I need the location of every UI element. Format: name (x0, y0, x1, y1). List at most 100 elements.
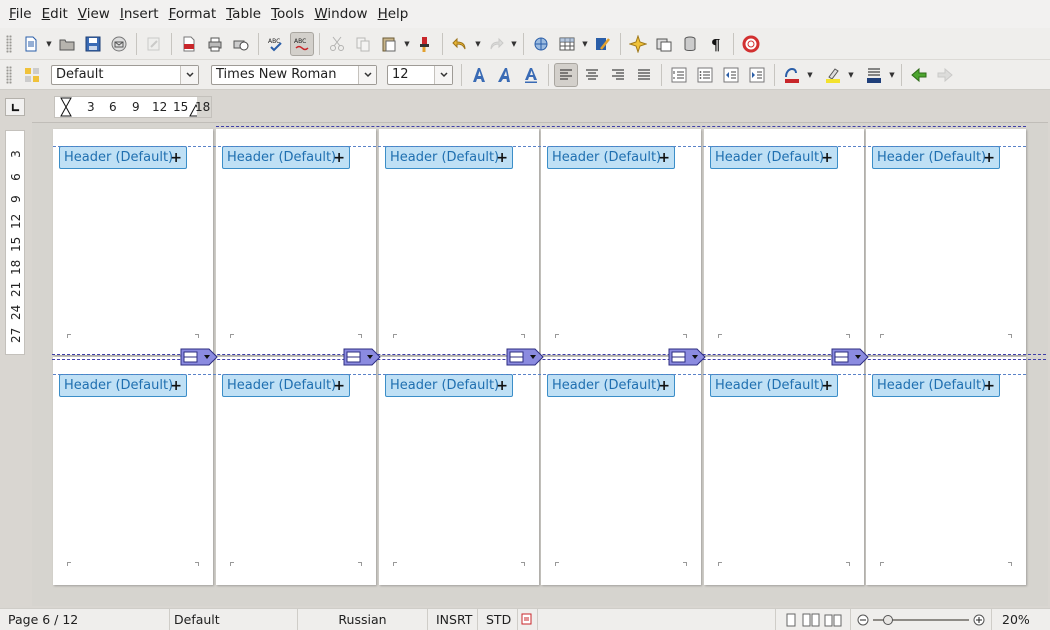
redo-dropdown-icon[interactable]: ▼ (509, 32, 519, 56)
document-canvas[interactable]: Header (Default) + Header (Default) + Header… (32, 122, 1048, 606)
copy-button[interactable] (351, 32, 375, 56)
help-button[interactable] (739, 32, 763, 56)
menu-window[interactable]: Window (309, 0, 372, 28)
zoom-slider-knob[interactable] (883, 614, 893, 625)
autospellcheck-button[interactable]: ABC (290, 31, 314, 56)
menu-insert[interactable]: Insert (115, 0, 164, 28)
increase-indent-button[interactable] (745, 63, 769, 87)
bullets-button[interactable] (693, 63, 717, 87)
header-default-tag[interactable]: Header (Default) + (59, 374, 187, 397)
new-dropdown-icon[interactable]: ▼ (44, 32, 54, 56)
chevron-down-icon[interactable] (434, 65, 452, 84)
menu-view[interactable]: View (73, 0, 115, 28)
forward-arrow-button[interactable] (933, 63, 957, 87)
underline-button[interactable] (519, 63, 543, 87)
header-default-tag[interactable]: Header (Default) + (547, 146, 675, 169)
book-view-icon[interactable] (824, 613, 842, 627)
page[interactable]: Header (Default) + (866, 129, 1026, 355)
menu-table[interactable]: Table (221, 0, 266, 28)
align-center-button[interactable] (580, 63, 604, 87)
signature-status[interactable] (538, 608, 776, 630)
zoom-out-icon[interactable] (857, 614, 869, 626)
header-default-tag[interactable]: Header (Default) + (59, 146, 187, 169)
add-header-icon[interactable]: + (658, 150, 670, 166)
formatting-marks-button[interactable]: ¶ (704, 32, 728, 56)
decrease-indent-button[interactable] (719, 63, 743, 87)
clone-formatting-button[interactable] (413, 32, 437, 56)
zoom-level-status[interactable]: 20% (992, 609, 1038, 630)
page-break-button[interactable] (343, 348, 381, 366)
header-default-tag[interactable]: Header (Default) + (872, 146, 1000, 169)
add-header-icon[interactable]: + (170, 378, 182, 394)
menu-help[interactable]: Help (373, 0, 414, 28)
hyperlink-button[interactable] (529, 32, 553, 56)
page-number-status[interactable]: Page 6 / 12 (0, 608, 170, 630)
undo-button[interactable] (448, 32, 472, 56)
add-header-icon[interactable]: + (658, 378, 670, 394)
background-color-button[interactable] (862, 63, 886, 87)
header-default-tag[interactable]: Header (Default) + (710, 374, 838, 397)
highlighting-dropdown-icon[interactable]: ▼ (846, 63, 856, 87)
menu-tools[interactable]: Tools (266, 0, 309, 28)
header-default-tag[interactable]: Header (Default) + (222, 146, 350, 169)
save-button[interactable] (81, 32, 105, 56)
table-button[interactable] (555, 32, 579, 56)
menu-format[interactable]: Format (164, 0, 222, 28)
toolbar-grip[interactable] (6, 65, 12, 84)
page[interactable]: Header (Default) + (379, 129, 539, 355)
tab-type-selector[interactable] (5, 98, 25, 116)
header-default-tag[interactable]: Header (Default) + (385, 374, 513, 397)
export-pdf-button[interactable] (177, 32, 201, 56)
paragraph-style-combo[interactable]: Default (51, 64, 199, 85)
vertical-ruler[interactable]: 3 6 9 12 15 18 21 24 27 (5, 130, 25, 355)
font-size-combo[interactable]: 12 (387, 64, 453, 85)
italic-button[interactable] (493, 63, 517, 87)
menu-file[interactable]: File (4, 0, 37, 28)
navigator-button[interactable] (626, 32, 650, 56)
header-default-tag[interactable]: Header (Default) + (710, 146, 838, 169)
menu-edit[interactable]: Edit (37, 0, 73, 28)
page-style-status[interactable]: Default (170, 608, 298, 630)
header-default-tag[interactable]: Header (Default) + (222, 374, 350, 397)
justify-button[interactable] (632, 63, 656, 87)
align-right-button[interactable] (606, 63, 630, 87)
page[interactable]: Header (Default) + (379, 357, 539, 585)
add-header-icon[interactable]: + (496, 150, 508, 166)
multi-page-view-icon[interactable] (802, 613, 820, 627)
single-page-view-icon[interactable] (784, 613, 798, 627)
font-color-button[interactable] (780, 63, 804, 87)
add-header-icon[interactable]: + (333, 150, 345, 166)
show-draw-functions-button[interactable] (591, 32, 615, 56)
paste-button[interactable] (377, 32, 401, 56)
page-break-button[interactable] (180, 348, 218, 366)
language-status[interactable]: Russian (298, 608, 428, 630)
page[interactable]: Header (Default) + (53, 129, 213, 355)
table-dropdown-icon[interactable]: ▼ (580, 32, 590, 56)
print-preview-button[interactable] (229, 32, 253, 56)
undo-dropdown-icon[interactable]: ▼ (473, 32, 483, 56)
add-header-icon[interactable]: + (170, 150, 182, 166)
data-sources-button[interactable] (678, 32, 702, 56)
page[interactable]: Header (Default) + (216, 357, 376, 585)
page[interactable]: Header (Default) + (704, 129, 864, 355)
align-left-button[interactable] (554, 62, 578, 87)
header-default-tag[interactable]: Header (Default) + (385, 146, 513, 169)
highlighting-button[interactable] (821, 63, 845, 87)
page[interactable]: Header (Default) + (216, 129, 376, 355)
numbering-button[interactable] (667, 63, 691, 87)
redo-button[interactable] (484, 32, 508, 56)
header-default-tag[interactable]: Header (Default) + (872, 374, 1000, 397)
background-color-dropdown-icon[interactable]: ▼ (887, 63, 897, 87)
page-break-button[interactable] (506, 348, 544, 366)
page[interactable]: Header (Default) + (541, 129, 701, 355)
new-document-button[interactable] (19, 32, 43, 56)
toolbar-grip[interactable] (6, 34, 12, 53)
cut-button[interactable] (325, 32, 349, 56)
page-break-button[interactable] (668, 348, 706, 366)
chevron-down-icon[interactable] (180, 65, 198, 84)
back-arrow-button[interactable] (907, 63, 931, 87)
page[interactable]: Header (Default) + (704, 357, 864, 585)
email-button[interactable] (107, 32, 131, 56)
page-break-button[interactable] (831, 348, 869, 366)
hourglass-indent-icon[interactable] (59, 97, 73, 117)
